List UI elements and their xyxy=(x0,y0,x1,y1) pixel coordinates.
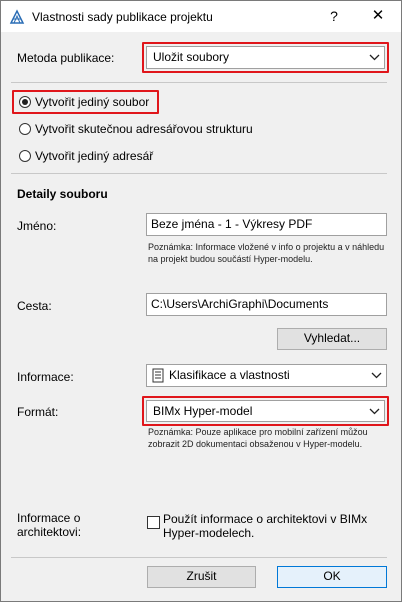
format-note-line: zobrazit 2D dokumentaci obsaženou v Hype… xyxy=(148,439,363,449)
architect-info-checkbox-label-line: Použít informace o architektovi v BIMx xyxy=(163,512,368,526)
info-value: Klasifikace a vlastnosti xyxy=(169,368,290,382)
file-details-heading: Detaily souboru xyxy=(17,187,108,201)
architect-info-checkbox[interactable] xyxy=(147,516,160,529)
window-title: Vlastnosti sady publikace projektu xyxy=(32,10,213,24)
cancel-button[interactable]: Zrušit xyxy=(147,566,256,588)
radio-single-file[interactable] xyxy=(19,96,31,108)
architect-info-checkbox-label-line: Hyper-modelech. xyxy=(163,526,255,540)
radio-single-directory[interactable] xyxy=(19,150,31,162)
name-note-line: na projekt budou součástí Hyper-modelu. xyxy=(148,254,313,264)
info-dropdown[interactable]: Klasifikace a vlastnosti xyxy=(146,364,387,387)
name-label: Jméno: xyxy=(17,219,57,233)
document-icon xyxy=(152,368,164,383)
architect-info-label-line: Informace o xyxy=(17,511,81,525)
separator xyxy=(11,82,387,83)
format-label: Formát: xyxy=(17,405,59,419)
chevron-down-icon xyxy=(369,54,380,61)
archicad-app-icon xyxy=(9,9,25,24)
separator xyxy=(11,173,387,174)
path-field[interactable]: C:\Users\ArchiGraphi\Documents xyxy=(146,293,387,316)
info-label: Informace: xyxy=(17,370,74,384)
radio-directory-structure[interactable] xyxy=(19,123,31,135)
method-dropdown[interactable]: Uložit soubory xyxy=(146,46,385,69)
separator xyxy=(11,557,387,558)
path-value: C:\Users\ArchiGraphi\Documents xyxy=(151,297,329,311)
architect-info-label: Informace o architektovi: xyxy=(17,511,81,539)
method-label: Metoda publikace: xyxy=(17,51,115,65)
chevron-down-icon xyxy=(369,408,380,415)
architect-info-label-line: architektovi: xyxy=(17,525,82,539)
ok-button[interactable]: OK xyxy=(277,566,387,588)
radio-single-file-label[interactable]: Vytvořit jediný soubor xyxy=(35,95,149,109)
radio-single-directory-label[interactable]: Vytvořit jediný adresář xyxy=(35,149,153,163)
browse-button[interactable]: Vyhledat... xyxy=(277,328,387,350)
name-note-line: Poznámka: Informace vložené v info o pro… xyxy=(148,242,385,252)
name-field[interactable]: Beze jména - 1 - Výkresy PDF xyxy=(146,213,387,236)
path-label: Cesta: xyxy=(17,299,52,313)
name-note: Poznámka: Informace vložené v info o pro… xyxy=(148,241,384,265)
name-value: Beze jména - 1 - Výkresy PDF xyxy=(151,217,313,231)
radio-directory-structure-label[interactable]: Vytvořit skutečnou adresářovou strukturu xyxy=(35,122,253,136)
title-bar[interactable]: Vlastnosti sady publikace projektu ? ✕ xyxy=(1,1,401,32)
architect-info-checkbox-label[interactable]: Použít informace o architektovi v BIMx H… xyxy=(163,512,367,540)
format-value: BIMx Hyper-model xyxy=(153,404,253,418)
chevron-down-icon xyxy=(371,372,382,379)
format-note: Poznámka: Pouze aplikace pro mobilní zař… xyxy=(148,426,368,450)
help-button[interactable]: ? xyxy=(319,3,349,29)
close-button[interactable]: ✕ xyxy=(363,3,393,29)
publish-set-properties-dialog: Vlastnosti sady publikace projektu ? ✕ M… xyxy=(0,0,402,602)
format-dropdown[interactable]: BIMx Hyper-model xyxy=(146,400,385,422)
format-note-line: Poznámka: Pouze aplikace pro mobilní zař… xyxy=(148,427,368,437)
method-value: Uložit soubory xyxy=(153,50,230,64)
